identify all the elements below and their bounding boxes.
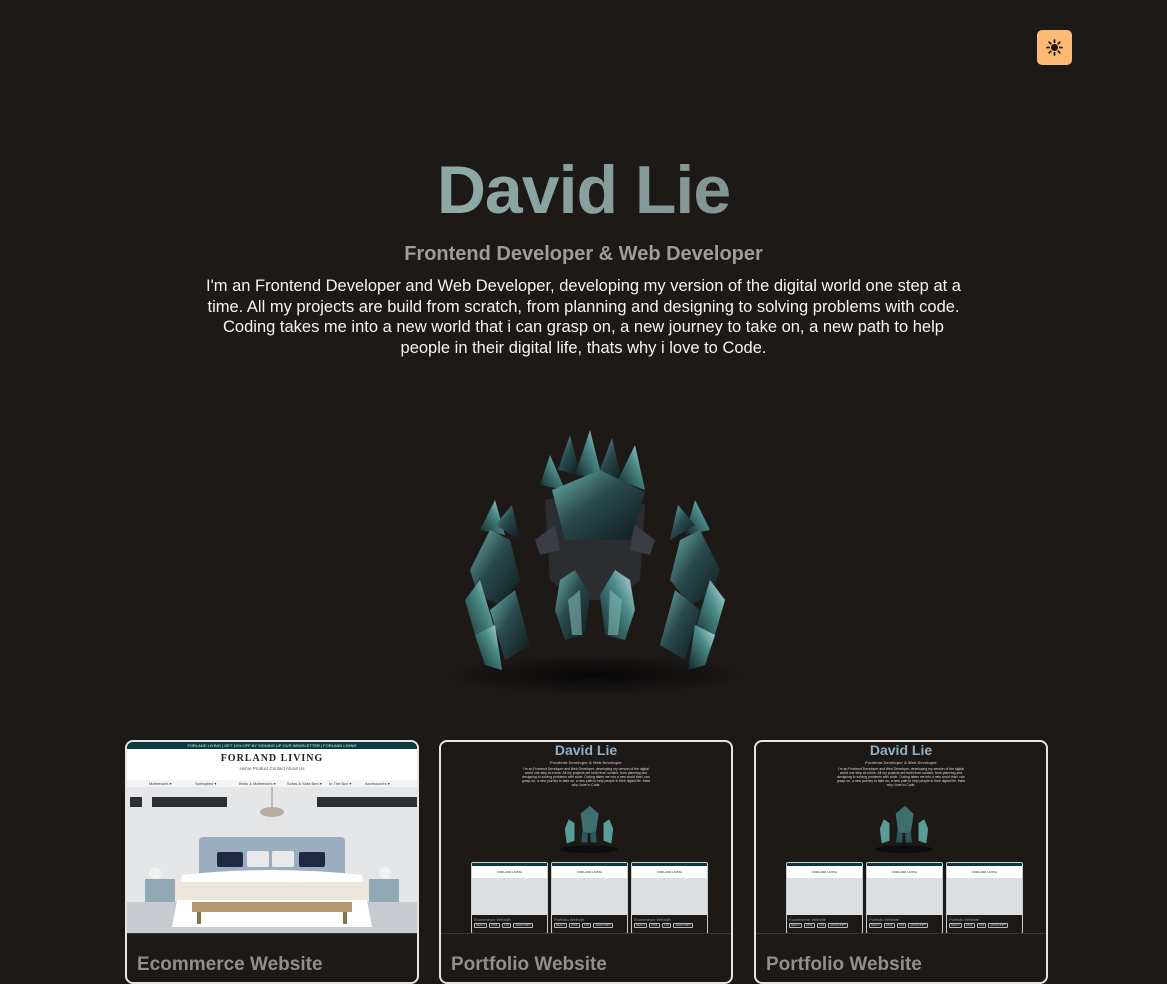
crystal-golem-model-image[interactable] [440,430,750,695]
mini-card-label: Ecommerce Website [634,917,671,922]
mini-tag: CSS [501,923,512,928]
mini-project-card: FORLAND LIVING Portfolio Website REACT H… [946,862,1023,934]
mini-tag: JAVASCRIPT [988,923,1008,928]
thumbnail-name: David Lie [554,742,618,758]
mini-tag: HTML [883,923,895,928]
mini-tag: CSS [661,923,672,928]
mini-project-card: FORLAND LIVING Ecommerce Website REACT H… [471,862,548,934]
project-title: Portfolio Website [766,954,922,975]
mini-tag: REACT [949,923,962,928]
theme-toggle-button[interactable] [1037,30,1072,65]
thumbnail-menu-item: Sofas & Sofa Bed ▾ [287,781,322,786]
mini-tag: CSS [976,923,987,928]
mini-card-label: Ecommerce Website [474,917,511,922]
project-card-portfolio[interactable]: David Lie Frontend Developer & Web Devel… [754,740,1048,984]
thumbnail-menu-item: In The Box ▾ [329,781,352,786]
mini-tag: HTML [568,923,580,928]
mini-tag: REACT [634,923,647,928]
thumbnail-subtitle: Frontend Developer & Web Developer [550,760,622,765]
thumbnail-bio: I'm an Frontend Developer and Web Develo… [836,767,966,787]
thumbnail-subtitle: Frontend Developer & Web Developer [865,760,937,765]
card-divider [756,933,1046,934]
mini-tag: JAVASCRIPT [908,923,928,928]
crystal-golem-mini-image [874,805,934,854]
mini-project-card: FORLAND LIVING Portfolio Website REACT H… [866,862,943,934]
hero-bio: I'm an Frontend Developer and Web Develo… [206,277,961,357]
thumbnail-menu-item: Beds & Mattresses ▾ [239,781,276,786]
thumbnail-menu-item: Mattresses ▾ [149,781,172,786]
mini-tag: REACT [554,923,567,928]
crystal-golem-mini-image [559,805,619,854]
mini-tag: CSS [896,923,907,928]
mini-project-card: FORLAND LIVING Ecommerce Website REACT H… [786,862,863,934]
mini-tag: JAVASCRIPT [513,923,533,928]
thumbnail-logo: FORLAND LIVING [220,753,324,764]
mini-tag: HTML [488,923,500,928]
mini-card-label: Portfolio Website [554,917,585,922]
mini-tag: HTML [648,923,660,928]
thumbnail-menu-item: Springbed ▾ [195,781,217,786]
card-divider [127,933,417,934]
mini-card-label: Portfolio Website [949,917,980,922]
project-card-ecommerce[interactable]: FORLAND LIVING | GET 10% OFF BY SIGNING … [125,740,419,984]
thumbnail-menu: Mattresses ▾ Springbed ▾ Beds & Mattress… [127,780,417,787]
hero-subtitle: Frontend Developer & Web Developer [404,243,763,265]
page-title: David Lie [0,150,1167,230]
thumbnail-banner: FORLAND LIVING | GET 10% OFF BY SIGNING … [127,742,417,749]
thumbnail-bio: I'm an Frontend Developer and Web Develo… [521,767,651,787]
mini-tag: REACT [474,923,487,928]
mini-tag: HTML [803,923,815,928]
mini-project-card: FORLAND LIVING Ecommerce Website REACT H… [631,862,708,934]
mini-tag: CSS [816,923,827,928]
mini-tag: CSS [581,923,592,928]
mini-card-label: Portfolio Website [869,917,900,922]
mini-card-label: Ecommerce Website [789,917,826,922]
thumbnail-menu-item: Accessories ▾ [365,781,390,786]
mini-tag: JAVASCRIPT [828,923,848,928]
mini-tag: JAVASCRIPT [673,923,693,928]
sun-icon [1046,39,1063,56]
project-title: Ecommerce Website [137,954,323,975]
thumbnail-nav: Home Product Contact About Us [239,766,305,771]
mini-tag: JAVASCRIPT [593,923,613,928]
project-card-portfolio[interactable]: David Lie Frontend Developer & Web Devel… [439,740,733,984]
project-title: Portfolio Website [451,954,607,975]
bedroom-photo-image [127,787,417,933]
mini-tag: REACT [869,923,882,928]
thumbnail-name: David Lie [869,742,933,758]
hero-section: David Lie Frontend Developer & Web Devel… [0,150,1167,358]
mini-tag: HTML [963,923,975,928]
mini-tag: REACT [789,923,802,928]
projects-grid: FORLAND LIVING | GET 10% OFF BY SIGNING … [125,740,1050,984]
mini-project-card: FORLAND LIVING Portfolio Website REACT H… [551,862,628,934]
card-divider [441,933,731,934]
